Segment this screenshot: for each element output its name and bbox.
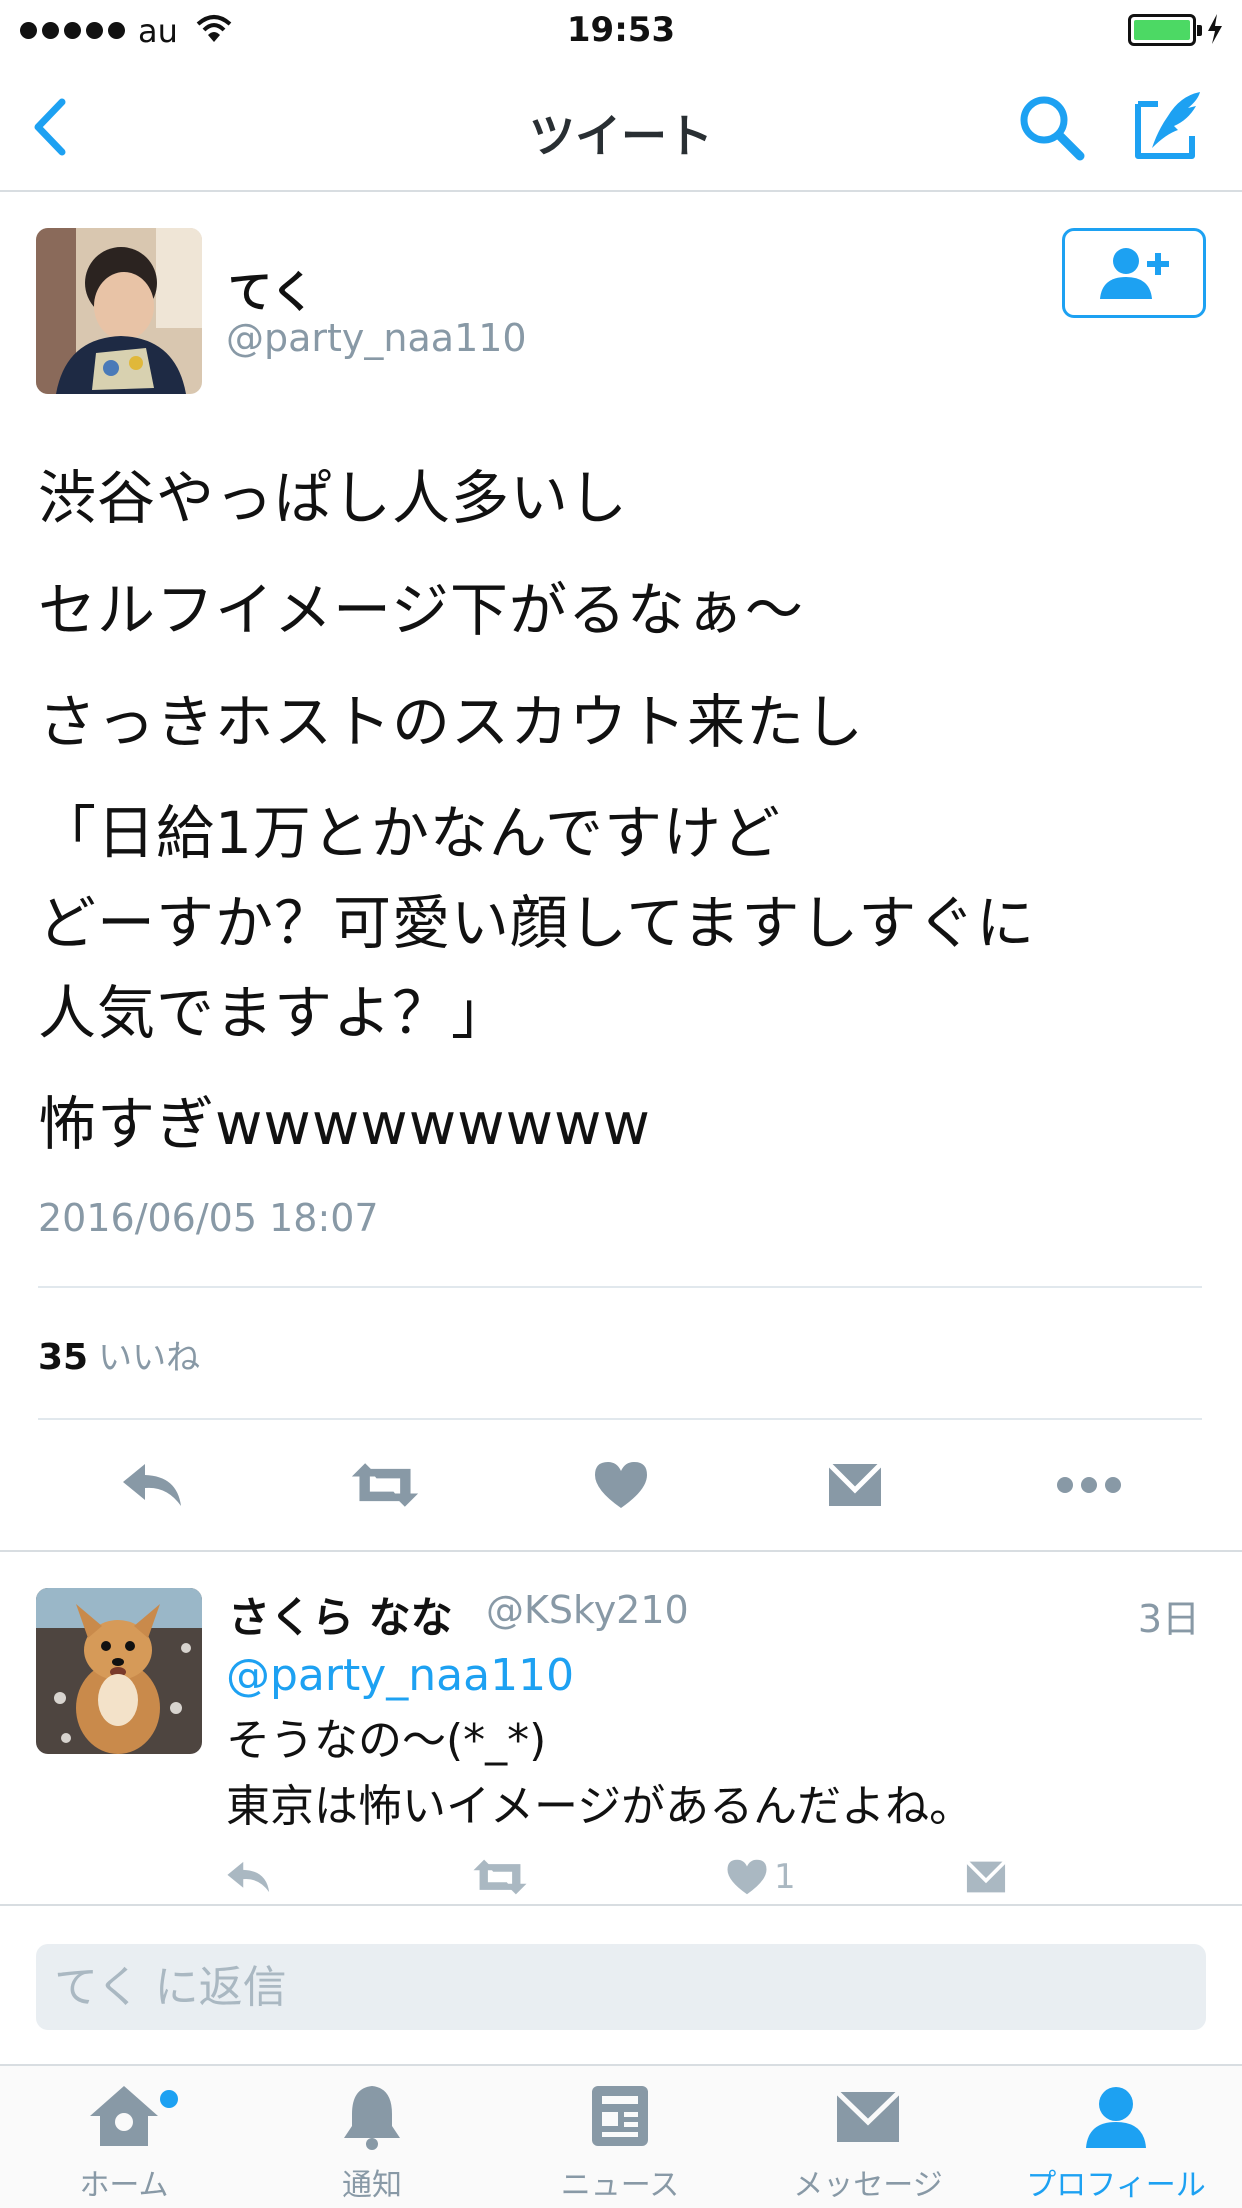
tab-label: ホーム — [79, 2168, 169, 2203]
tab-label: メッセージ — [793, 2168, 943, 2203]
likes-label: いいね — [98, 1338, 201, 1378]
reply-avatar[interactable] — [36, 1588, 202, 1754]
message-icon[interactable] — [820, 1450, 890, 1520]
section-divider — [0, 1904, 1242, 1906]
tab-home[interactable]: ホーム — [0, 2066, 248, 2208]
envelope-icon — [744, 2084, 992, 2148]
reply-time: 3日 — [1137, 1597, 1200, 1641]
likes-count: 35 — [38, 1337, 89, 1378]
reply-author-handle[interactable]: @KSky210 — [486, 1588, 689, 1632]
charging-icon — [1206, 14, 1224, 48]
tweet-line: セルフイメージ下がるなぁ〜 — [38, 576, 804, 644]
battery-icon — [1128, 14, 1202, 46]
tweet-line: 「日給1万とかなんですけど — [38, 799, 782, 867]
tab-messages[interactable]: メッセージ — [744, 2066, 992, 2208]
author-handle[interactable]: @party_naa110 — [226, 316, 527, 360]
reply-like-button[interactable]: 1 — [726, 1852, 796, 1902]
compose-icon[interactable] — [1130, 86, 1210, 166]
reply-icon[interactable] — [118, 1450, 188, 1520]
reply-like-icon — [727, 1859, 767, 1895]
reply-message-icon[interactable] — [964, 1852, 1008, 1902]
reply-retweet-icon[interactable] — [472, 1852, 528, 1902]
tweet-text: 渋谷やっぱし人多いし セルフイメージ下がるなぁ〜 さっきホストのスカウト来たし … — [38, 452, 1208, 1170]
reply-like-count: 1 — [774, 1857, 796, 1897]
navigation-bar: ツイート — [0, 62, 1242, 192]
retweet-icon[interactable] — [350, 1450, 420, 1520]
tab-profile[interactable]: プロフィール — [992, 2066, 1240, 2208]
tweet-line: 人気でますよ？」 — [38, 979, 511, 1047]
tab-notifications[interactable]: 通知 — [248, 2066, 496, 2208]
tab-news[interactable]: ニュース — [496, 2066, 744, 2208]
divider — [38, 1418, 1202, 1420]
reply-mention-link[interactable]: @party_naa110 — [226, 1650, 574, 1701]
more-icon[interactable] — [1054, 1450, 1124, 1520]
tweet-actions — [0, 1450, 1242, 1520]
notification-badge — [160, 2090, 178, 2108]
tab-label: プロフィール — [1026, 2168, 1206, 2203]
like-icon[interactable] — [586, 1450, 656, 1520]
reply-input[interactable] — [36, 1944, 1206, 2030]
divider — [38, 1286, 1202, 1288]
reply-actions: 1 — [0, 1852, 1242, 1902]
status-bar: au 19:53 — [0, 0, 1242, 62]
tab-label: ニュース — [560, 2168, 680, 2203]
search-icon[interactable] — [1016, 92, 1088, 164]
avatar[interactable] — [36, 228, 202, 394]
profile-icon — [992, 2084, 1240, 2148]
follow-button[interactable] — [1062, 228, 1206, 318]
add-user-icon — [1100, 248, 1169, 299]
likes-summary[interactable]: 35 いいね — [38, 1330, 200, 1379]
section-divider — [0, 1550, 1242, 1552]
reply-text: そうなの〜(*_*) 東京は怖いイメージがあるんだよね。 — [226, 1708, 973, 1840]
reply-line: そうなの〜(*_*) — [226, 1715, 547, 1766]
tab-bar: ホーム 通知 ニュース メッセージ プロフィール — [0, 2064, 1242, 2208]
tab-label: 通知 — [342, 2168, 402, 2203]
tweet-line: 怖すぎwwwwwwwww — [38, 1090, 651, 1158]
news-icon — [496, 2084, 744, 2148]
reply-line: 東京は怖いイメージがあるんだよね。 — [226, 1781, 974, 1832]
reply-reply-icon[interactable] — [226, 1852, 272, 1902]
tweet-timestamp: 2016/06/05 18:07 — [38, 1196, 379, 1240]
bell-icon — [248, 2084, 496, 2150]
clock: 19:53 — [566, 10, 676, 50]
home-icon — [0, 2084, 248, 2148]
tweet-line: さっきホストのスカウト来たし — [38, 688, 865, 756]
reply-author-name[interactable]: さくら なな — [228, 1584, 453, 1645]
tweet-line: 渋谷やっぱし人多いし — [38, 464, 629, 532]
tweet-line: どーすか？可愛い顔してますしすぐに — [38, 889, 1036, 957]
author-name[interactable]: てく — [228, 256, 315, 320]
